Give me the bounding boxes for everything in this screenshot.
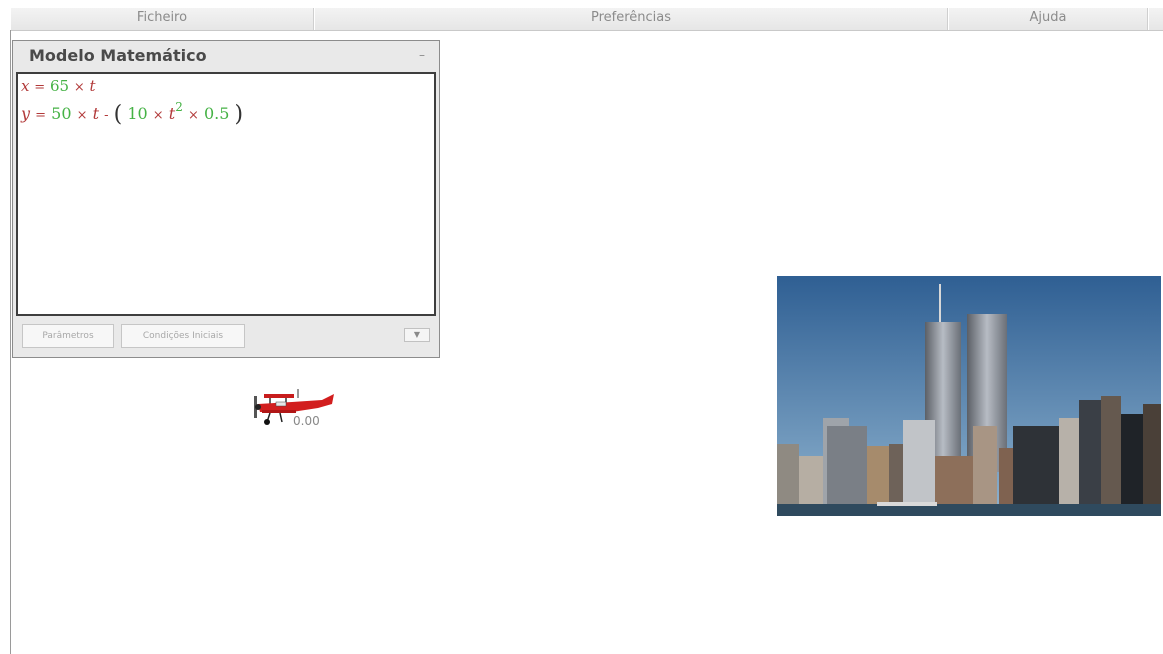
lower-wing: [262, 410, 296, 413]
minus-sign: -: [104, 108, 109, 123]
city-skyline-icon: [777, 276, 1161, 516]
menu-bar: Ficheiro Preferências Ajuda: [10, 8, 1163, 31]
times-sign: ×: [187, 108, 199, 123]
left-paren: (: [113, 102, 123, 127]
times-sign: ×: [152, 108, 164, 123]
equation-y: y = 50 × t - ( 10 × t2 × 0.5 ): [21, 99, 244, 127]
exponent: 2: [175, 99, 183, 114]
city-skyline-image: [777, 276, 1161, 516]
equation-x: x = 65 × t: [21, 77, 96, 95]
upper-wing: [264, 394, 294, 398]
menu-ajuda[interactable]: Ajuda: [948, 8, 1148, 30]
var-x: x: [21, 77, 30, 95]
dropdown-button[interactable]: ▼: [404, 328, 430, 342]
var-t: t: [92, 104, 100, 123]
model-window[interactable]: Modelo Matemático – x = 65 × t y = 50 × …: [12, 40, 440, 358]
var-t: t: [89, 77, 96, 95]
menu-preferencias[interactable]: Preferências: [314, 8, 948, 30]
equals-sign: =: [35, 108, 47, 123]
factor: 0.5: [203, 104, 230, 123]
equals-sign: =: [34, 80, 46, 95]
coefficient: 65: [49, 77, 70, 95]
left-divider: [10, 30, 11, 654]
coefficient: 10: [127, 104, 148, 123]
plane-value-readout: 0.00: [293, 414, 320, 428]
times-sign: ×: [76, 108, 88, 123]
minimize-button[interactable]: –: [415, 49, 429, 61]
parameters-button[interactable]: Parâmetros: [22, 324, 114, 348]
model-toolbar: Parâmetros Condições Iniciais ▼: [19, 324, 435, 349]
model-window-title: Modelo Matemático: [29, 46, 207, 65]
initial-conditions-button[interactable]: Condições Iniciais: [121, 324, 245, 348]
equation-editor[interactable]: x = 65 × t y = 50 × t - ( 10 × t2 × 0.5 …: [16, 72, 436, 316]
right-paren: ): [234, 102, 244, 127]
coefficient: 50: [51, 104, 72, 123]
menu-ficheiro[interactable]: Ficheiro: [10, 8, 314, 30]
menu-spacer: [1148, 8, 1163, 30]
app-root: Ficheiro Preferências Ajuda Modelo Matem…: [0, 0, 1163, 654]
times-sign: ×: [73, 80, 85, 95]
var-y: y: [21, 104, 31, 123]
